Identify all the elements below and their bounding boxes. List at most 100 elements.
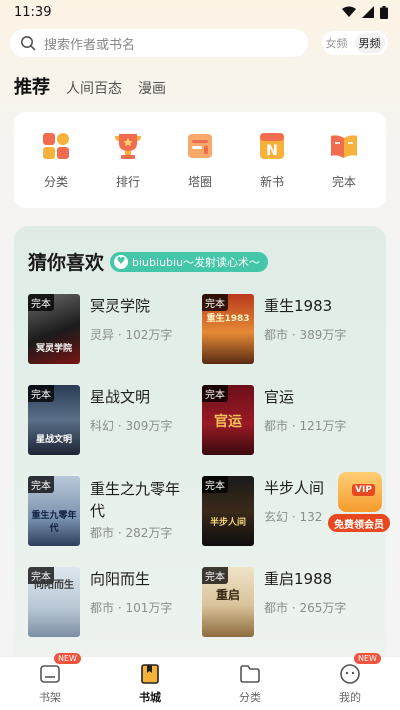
tab-comics[interactable]: 漫画: [138, 78, 166, 98]
category-tower[interactable]: 塔圈: [172, 131, 228, 190]
book-item[interactable]: 完本 重生九零年代 重生之九零年代 都市 · 282万字: [28, 476, 198, 546]
trophy-icon: [115, 133, 141, 159]
category-classify[interactable]: 分类: [28, 131, 84, 190]
nav-label: 书架: [39, 690, 61, 704]
tab-life[interactable]: 人间百态: [66, 78, 122, 98]
book-cover: 完本 冥灵学院: [28, 294, 80, 364]
book-cover: 完本 重生1983: [202, 294, 254, 364]
finished-badge: 完本: [202, 476, 228, 493]
finished-badge: 完本: [202, 567, 228, 584]
profile-icon: [340, 663, 360, 684]
cover-title: 重生1983: [206, 314, 250, 324]
new-badge: NEW: [54, 652, 81, 664]
book-meta: 科幻 · 309万字: [90, 419, 173, 433]
free-vip-float[interactable]: VIP 免费领会员: [328, 472, 390, 534]
status-icons: [342, 5, 388, 19]
book-cover: 完本 重启: [202, 567, 254, 637]
book-info: 向阳而生 都市 · 101万字: [90, 567, 172, 637]
book-cover: 完本 半步人间: [202, 476, 254, 546]
book-info: 官运 都市 · 121万字: [264, 385, 346, 455]
cover-title: 重生九零年代: [31, 511, 77, 534]
category-ranking[interactable]: 排行: [100, 131, 156, 190]
guess-header: 猜你喜欢 ♥ biubiubiu～发射读心术～: [28, 248, 269, 275]
search-placeholder: 搜索作者或书名: [44, 37, 136, 53]
book-item[interactable]: 完本 星战文明 星战文明 科幻 · 309万字: [28, 385, 198, 455]
category-label: 分类: [43, 174, 68, 189]
book-title: 冥灵学院: [90, 297, 151, 315]
wifi-icon: [342, 6, 356, 17]
nav-bookshelf[interactable]: NEW 书架: [20, 652, 81, 705]
cover-title: 向阳而生: [34, 580, 74, 591]
book-meta: 都市 · 121万字: [264, 419, 347, 433]
book-item[interactable]: 完本 向阳而生 向阳而生 都市 · 101万字: [28, 567, 198, 637]
book-item[interactable]: 完本 重启 重启1988 都市 · 265万字: [202, 567, 372, 637]
finished-badge: 完本: [28, 385, 54, 402]
category-label: 塔圈: [187, 174, 212, 189]
female-option[interactable]: 女频: [326, 35, 348, 51]
open-book-icon: [331, 134, 357, 158]
category-panel: 分类 排行 塔圈 N 新书 完本: [14, 112, 386, 208]
nav-mine[interactable]: NEW 我的: [320, 652, 381, 705]
cover-title: 官运: [214, 414, 242, 430]
book-meta: 都市 · 265万字: [264, 601, 347, 615]
bookshelf-icon: [40, 664, 60, 683]
category-label: 完本: [331, 174, 356, 189]
status-bar: 11:39: [0, 0, 400, 24]
book-info: 半步人间 玄幻 · 132: [264, 476, 324, 546]
battery-icon: [380, 5, 388, 19]
tab-recommend[interactable]: 推荐: [14, 73, 50, 99]
book-meta: 都市 · 389万字: [264, 328, 347, 342]
book-title: 半步人间: [264, 479, 325, 497]
nav-label: 分类: [239, 690, 261, 704]
cover-title: 冥灵学院: [35, 344, 72, 354]
category-label: 排行: [115, 174, 140, 189]
book-meta: 玄幻 · 132: [264, 510, 323, 524]
nav-bookstore[interactable]: 书城: [120, 663, 180, 705]
book-info: 重生之九零年代 都市 · 282万字: [90, 476, 190, 546]
search-row: 搜索作者或书名 女频 男频: [10, 29, 390, 57]
book-title: 向阳而生: [90, 570, 151, 588]
book-info: 重启1988 都市 · 265万字: [264, 567, 346, 637]
gender-toggle[interactable]: 女频 男频: [322, 31, 388, 55]
search-icon: [21, 36, 36, 51]
male-option[interactable]: 男频: [354, 33, 385, 53]
nav-category[interactable]: 分类: [220, 663, 280, 705]
book-cover: 完本 重生九零年代: [28, 476, 80, 546]
finished-badge: 完本: [202, 294, 228, 311]
search-input[interactable]: 搜索作者或书名: [10, 29, 308, 57]
book-cover: 完本 官运: [202, 385, 254, 455]
book-title: 官运: [264, 388, 295, 406]
book-cover: 完本 星战文明: [28, 385, 80, 455]
category-new-books[interactable]: N 新书: [244, 131, 300, 190]
cover-title: 星战文明: [35, 435, 72, 445]
category-finished[interactable]: 完本: [316, 131, 372, 190]
guess-title: 猜你喜欢: [28, 252, 105, 274]
nav-label: 我的: [339, 690, 361, 704]
book-title: 星战文明: [90, 388, 151, 406]
bottom-nav: NEW 书架 书城 分类 NEW 我的: [0, 652, 400, 710]
vip-tag: VIP: [352, 484, 375, 496]
free-vip-button[interactable]: 免费领会员: [328, 514, 390, 532]
grid-icon: [43, 132, 69, 159]
book-info: 星战文明 科幻 · 309万字: [90, 385, 172, 455]
book-item[interactable]: 完本 官运 官运 都市 · 121万字: [202, 385, 372, 455]
book-meta: 都市 · 101万字: [90, 601, 173, 615]
book-info: 重生1983 都市 · 389万字: [264, 294, 346, 364]
channel-tabs: 推荐 人间百态 漫画: [14, 73, 166, 99]
finished-badge: 完本: [28, 476, 54, 493]
book-cover: 完本 向阳而生: [28, 567, 80, 637]
book-item[interactable]: 完本 重生1983 重生1983 都市 · 389万字: [202, 294, 372, 364]
cover-title: 重启: [215, 588, 240, 602]
book-title: 重生1983: [264, 297, 333, 315]
book-title: 重生之九零年代: [90, 480, 181, 520]
gift-icon: VIP: [338, 472, 382, 512]
book-meta: 灵异 · 102万字: [90, 328, 173, 342]
bookstore-icon: [141, 663, 159, 684]
new-badge: NEW: [354, 652, 381, 664]
folder-icon: [240, 664, 260, 683]
book-title: 重启1988: [264, 570, 333, 588]
mind-reading-tag[interactable]: ♥ biubiubiu～发射读心术～: [110, 251, 269, 272]
nav-label: 书城: [139, 690, 161, 704]
book-item[interactable]: 完本 冥灵学院 冥灵学院 灵异 · 102万字: [28, 294, 198, 364]
finished-badge: 完本: [202, 385, 228, 402]
